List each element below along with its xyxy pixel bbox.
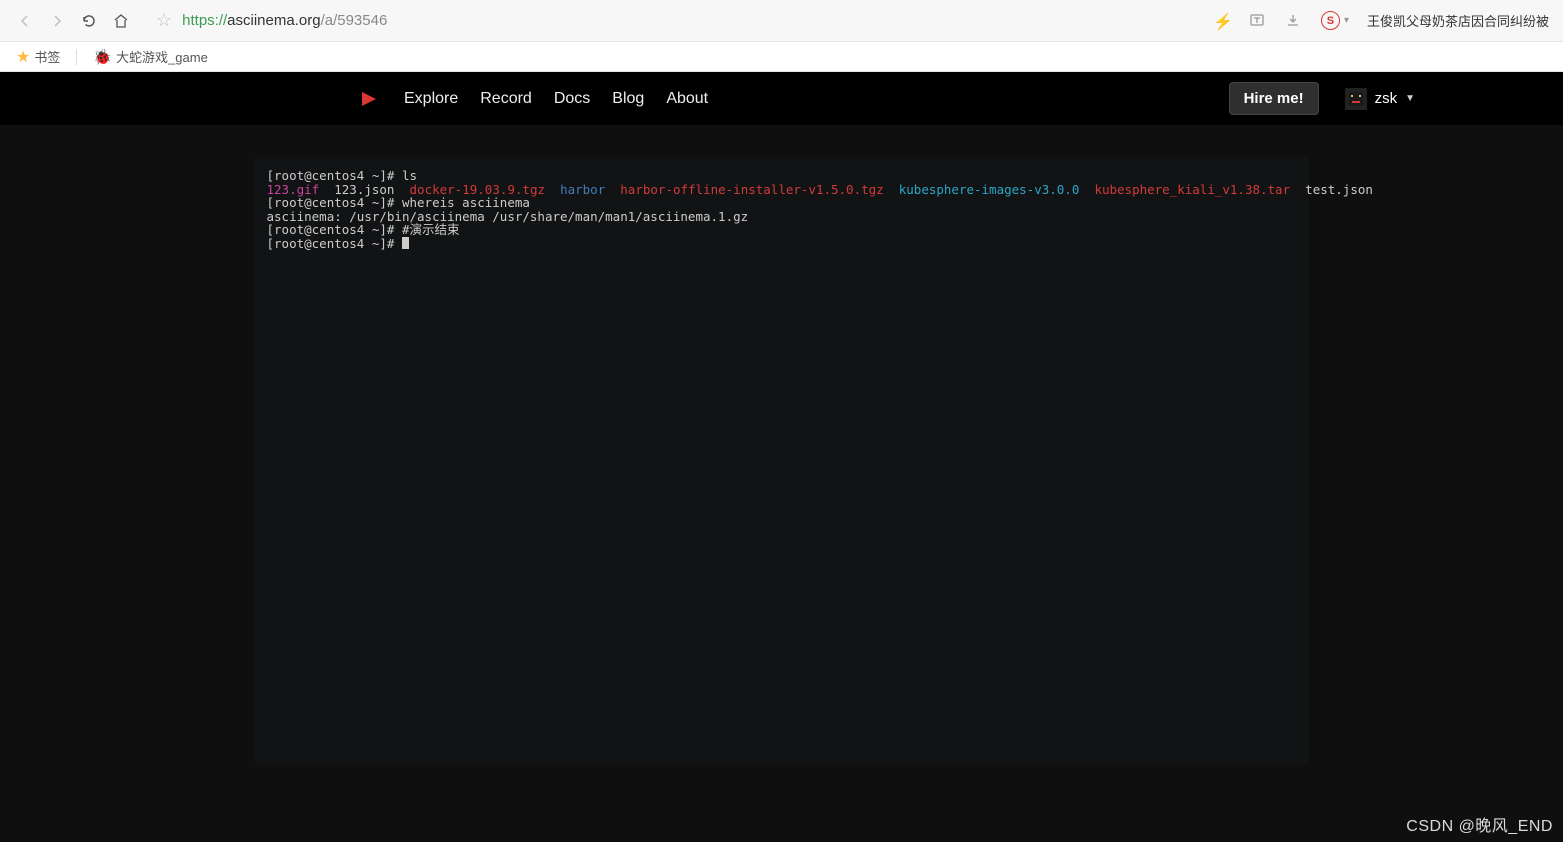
bookmarks-folder[interactable]: ★书签 — [12, 45, 64, 69]
bookmark-item-game[interactable]: 🐞大蛇游戏_game — [89, 45, 211, 68]
star-icon: ★ — [16, 47, 30, 67]
username: zsk — [1375, 90, 1398, 107]
ls-file: kubesphere_kiali_v1.38.tar — [1094, 182, 1290, 197]
forward-button[interactable] — [48, 12, 66, 30]
term-line-1: [root@centos4 ~]# ls — [267, 169, 1297, 183]
site-navbar: Explore Record Docs Blog About Hire me! … — [0, 72, 1563, 125]
favorite-star-icon[interactable]: ☆ — [156, 10, 172, 31]
nav-docs[interactable]: Docs — [554, 90, 590, 108]
browser-nav-buttons — [8, 12, 138, 30]
address-bar[interactable]: https://asciinema.org/a/593546 — [182, 12, 1213, 29]
nav-links: Explore Record Docs Blog About — [404, 90, 708, 108]
browser-right-icons: ⚡ S ▾ 王俊凯父母奶茶店因合同纠纷被 — [1213, 11, 1555, 30]
cmd: whereis asciinema — [402, 195, 530, 210]
separator — [76, 49, 77, 65]
user-menu[interactable]: zsk ▼ — [1345, 88, 1415, 110]
ls-file: test.json — [1305, 182, 1373, 197]
bookmark-label: 大蛇游戏_game — [116, 47, 208, 66]
news-ticker[interactable]: 王俊凯父母奶茶店因合同纠纷被 — [1367, 11, 1549, 30]
nav-about[interactable]: About — [666, 90, 708, 108]
s-circle-icon[interactable]: S — [1321, 11, 1340, 30]
avatar — [1345, 88, 1367, 110]
prompt: [root@centos4 ~]# — [267, 195, 402, 210]
nav-record[interactable]: Record — [480, 90, 532, 108]
term-line-3: [root@centos4 ~]# whereis asciinema — [267, 196, 1297, 210]
download-icon[interactable] — [1285, 12, 1303, 30]
asciinema-logo[interactable] — [358, 88, 380, 110]
cmd: #演示结束 — [402, 222, 460, 237]
bookmarks-label: 书签 — [34, 47, 60, 66]
nav-blog[interactable]: Blog — [612, 90, 644, 108]
home-button[interactable] — [112, 12, 130, 30]
url-scheme: https:// — [182, 12, 227, 29]
dropdown-caret-icon[interactable]: ▾ — [1344, 15, 1349, 26]
cursor — [402, 237, 409, 249]
hire-me-button[interactable]: Hire me! — [1229, 82, 1319, 115]
term-line-2-ls-output: 123.gif 123.json docker-19.03.9.tgz harb… — [267, 183, 1297, 197]
url-host: asciinema.org — [227, 12, 320, 29]
ls-file: harbor — [560, 182, 605, 197]
back-button[interactable] — [16, 12, 34, 30]
browser-chrome: ☆ https://asciinema.org/a/593546 ⚡ S ▾ 王… — [0, 0, 1563, 42]
url-path: /a/593546 — [321, 12, 388, 29]
chevron-down-icon: ▼ — [1405, 93, 1415, 104]
term-line-5: [root@centos4 ~]# #演示结束 — [267, 223, 1297, 237]
term-line-4-output: asciinema: /usr/bin/asciinema /usr/share… — [267, 210, 1297, 224]
nav-explore[interactable]: Explore — [404, 90, 458, 108]
term-line-6: [root@centos4 ~]# — [267, 237, 1297, 251]
flash-icon[interactable]: ⚡ — [1213, 12, 1231, 30]
nav-right: Hire me! zsk ▼ — [1229, 82, 1563, 115]
bug-icon: 🐞 — [93, 48, 112, 66]
watermark: CSDN @晚风_END — [1406, 812, 1553, 836]
ls-file: harbor-offline-installer-v1.5.0.tgz — [620, 182, 883, 197]
bookmarks-bar: ★书签 🐞大蛇游戏_game — [0, 42, 1563, 72]
reload-button[interactable] — [80, 12, 98, 30]
ls-file: kubesphere-images-v3.0.0 — [899, 182, 1080, 197]
page-content: Explore Record Docs Blog About Hire me! … — [0, 72, 1563, 842]
translate-icon[interactable] — [1249, 12, 1267, 30]
terminal-player[interactable]: [root@centos4 ~]# ls 123.gif 123.json do… — [255, 157, 1309, 765]
prompt: [root@centos4 ~]# — [267, 236, 402, 251]
